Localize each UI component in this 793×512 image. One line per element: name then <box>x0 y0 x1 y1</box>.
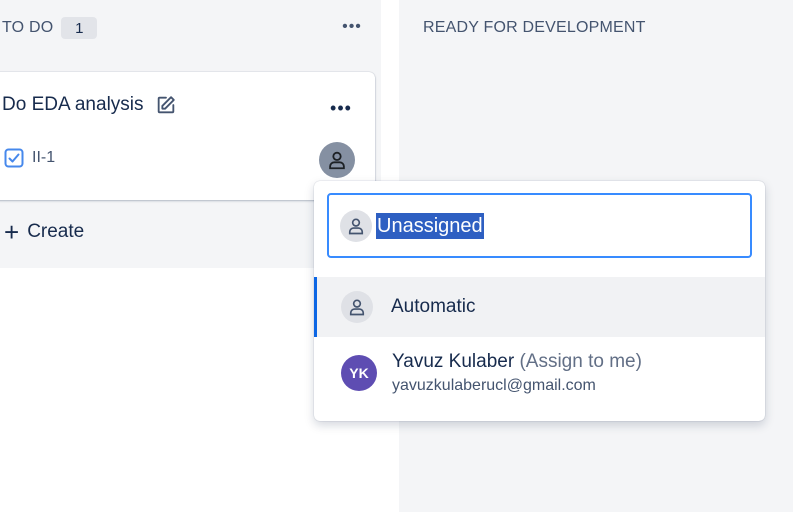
column-header-ready: READY FOR DEVELOPMENT <box>423 17 646 39</box>
assignee-search-input[interactable]: Unassigned <box>327 193 752 258</box>
issue-key-label: II-1 <box>32 149 56 166</box>
unassigned-avatar <box>340 209 372 242</box>
create-issue-button[interactable]: + Create <box>4 214 84 250</box>
card-more-button[interactable]: ••• <box>327 94 355 122</box>
task-checkbox-icon <box>4 148 24 168</box>
user-info: Yavuz Kulaber (Assign to me) yavuzkulabe… <box>392 351 642 395</box>
column-title: TO DO <box>2 19 54 36</box>
assignee-dropdown: Unassigned Automatic YK Yavuz Kulaber (A… <box>314 181 765 421</box>
person-icon <box>329 151 345 170</box>
issue-key[interactable]: II-1 <box>4 148 55 168</box>
plus-icon: + <box>4 217 20 247</box>
option-assign-to-me[interactable]: YK Yavuz Kulaber (Assign to me) yavuzkul… <box>314 345 765 401</box>
user-name: Yavuz Kulaber <box>392 351 515 372</box>
user-avatar: YK <box>341 355 377 391</box>
option-label: Automatic <box>391 296 476 317</box>
user-name-row: Yavuz Kulaber (Assign to me) <box>392 351 642 373</box>
assignee-avatar-button[interactable] <box>319 142 355 178</box>
column-header-todo: TO DO 1 <box>2 17 98 39</box>
column-title: READY FOR DEVELOPMENT <box>423 19 646 36</box>
search-selected-text[interactable]: Unassigned <box>376 212 484 239</box>
card-title: Do EDA analysis <box>2 94 144 115</box>
card-title-row: Do EDA analysis <box>2 94 177 116</box>
create-label: Create <box>27 221 85 242</box>
assign-to-me-hint: (Assign to me) <box>519 351 642 372</box>
board: TO DO 1 ••• Do EDA analysis ••• II-1 + C… <box>0 0 793 512</box>
issue-count-badge: 1 <box>61 17 98 39</box>
person-icon <box>349 299 365 316</box>
user-email: yavuzkulaberucl@gmail.com <box>392 377 596 394</box>
column-more-button[interactable]: ••• <box>339 14 365 40</box>
person-icon <box>348 218 364 234</box>
option-automatic[interactable]: Automatic <box>314 277 765 337</box>
edit-icon[interactable] <box>155 94 177 116</box>
automatic-avatar <box>341 291 373 323</box>
